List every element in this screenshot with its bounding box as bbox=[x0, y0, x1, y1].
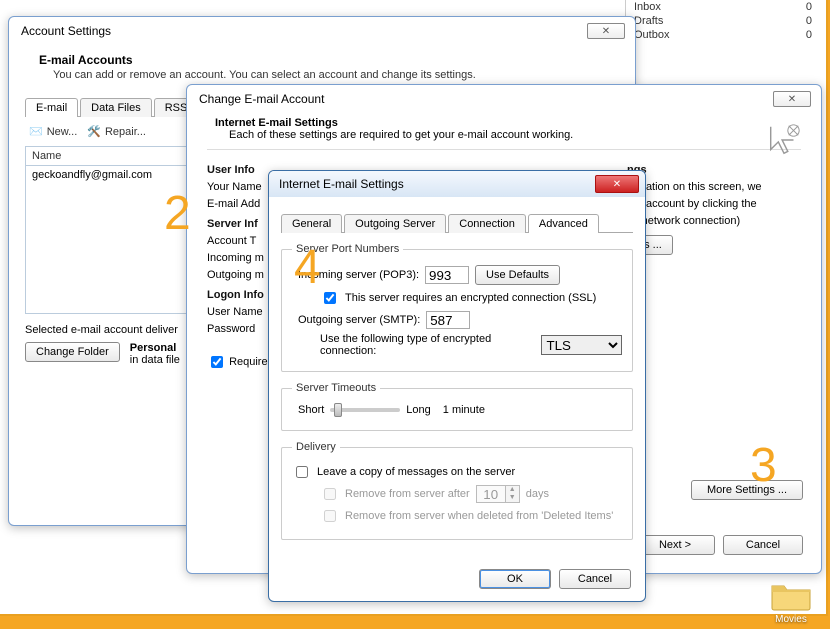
cancel-button[interactable]: Cancel bbox=[559, 569, 631, 589]
folder-row-drafts[interactable]: Drafts 0 bbox=[626, 14, 820, 28]
heading: Internet E-mail Settings bbox=[215, 117, 801, 129]
folder-list: Inbox 0 Drafts 0 Outbox 0 bbox=[625, 0, 820, 42]
side2: our account by clicking the bbox=[627, 198, 801, 210]
folder-count: 0 bbox=[806, 29, 812, 41]
close-icon[interactable]: ✕ bbox=[595, 175, 639, 193]
remove-after-label: Remove from server after bbox=[345, 488, 470, 500]
ssl-label: This server requires an encrypted connec… bbox=[345, 292, 596, 304]
folder-row-outbox[interactable]: Outbox 0 bbox=[626, 28, 820, 42]
side3: es network connection) bbox=[627, 215, 801, 227]
close-icon[interactable]: ✕ bbox=[587, 23, 625, 39]
email-accounts-heading: E-mail Accounts bbox=[25, 47, 619, 69]
leave-copy-label: Leave a copy of messages on the server bbox=[317, 466, 515, 478]
require-label: Require bbox=[229, 355, 268, 367]
data-file-label: in data file bbox=[130, 354, 180, 366]
folder-label: Drafts bbox=[634, 15, 663, 27]
ok-button[interactable]: OK bbox=[479, 569, 551, 589]
change-folder-button[interactable]: Change Folder bbox=[25, 342, 120, 362]
days-label: days bbox=[526, 488, 549, 500]
folder-count: 0 bbox=[806, 15, 812, 27]
remove-deleted-checkbox bbox=[324, 510, 336, 522]
cursor-icon bbox=[765, 121, 803, 159]
repair-label: Repair... bbox=[105, 126, 146, 138]
internet-email-settings-dialog: Internet E-mail Settings ✕ General Outgo… bbox=[268, 170, 646, 602]
subheading: Each of these settings are required to g… bbox=[229, 129, 801, 141]
delivery-group: Delivery Leave a copy of messages on the… bbox=[281, 441, 633, 540]
annotation-3: 3 bbox=[750, 438, 777, 493]
personal-label: Personal bbox=[130, 342, 180, 354]
window-title: Account Settings bbox=[21, 24, 111, 38]
close-icon[interactable]: ✕ bbox=[773, 91, 811, 107]
encryption-select[interactable]: TLS bbox=[541, 335, 622, 355]
timeout-value: 1 minute bbox=[443, 404, 485, 416]
test-settings-heading: ngs bbox=[627, 164, 801, 176]
remove-deleted-label: Remove from server when deleted from 'De… bbox=[345, 510, 613, 522]
timeouts-group: Server Timeouts Short Long 1 minute bbox=[281, 382, 633, 431]
folder-label: Inbox bbox=[634, 1, 661, 13]
tab-general[interactable]: General bbox=[281, 214, 342, 233]
tab-connection[interactable]: Connection bbox=[448, 214, 526, 233]
days-input bbox=[476, 485, 506, 503]
mail-icon: ✉️ bbox=[29, 125, 43, 138]
dialog-title: Internet E-mail Settings bbox=[279, 177, 404, 191]
outgoing-port-label: Outgoing server (SMTP): bbox=[298, 314, 420, 326]
window-title: Change E-mail Account bbox=[199, 92, 324, 106]
tab-outgoing-server[interactable]: Outgoing Server bbox=[344, 214, 446, 233]
timeout-slider[interactable] bbox=[330, 408, 400, 412]
remove-after-checkbox bbox=[324, 488, 336, 500]
leave-copy-checkbox[interactable] bbox=[296, 466, 308, 478]
tab-data-files[interactable]: Data Files bbox=[80, 98, 152, 117]
annotation-4: 4 bbox=[294, 240, 321, 295]
encryption-label: Use the following type of encrypted conn… bbox=[320, 333, 535, 357]
folder-row-inbox[interactable]: Inbox 0 bbox=[626, 0, 820, 14]
repair-button[interactable]: 🛠️ Repair... bbox=[87, 125, 146, 138]
outgoing-port-input[interactable] bbox=[426, 311, 470, 329]
timeouts-legend: Server Timeouts bbox=[292, 382, 380, 394]
tab-advanced[interactable]: Advanced bbox=[528, 214, 599, 233]
tools-icon: 🛠️ bbox=[87, 125, 101, 138]
long-label: Long bbox=[406, 404, 430, 416]
days-spinner: ▲▼ bbox=[476, 485, 520, 503]
new-button[interactable]: ✉️ New... bbox=[29, 125, 77, 138]
desktop-folder-label: Movies bbox=[770, 614, 812, 625]
folder-label: Outbox bbox=[634, 29, 669, 41]
annotation-2: 2 bbox=[164, 186, 191, 241]
tab-email[interactable]: E-mail bbox=[25, 98, 78, 117]
delivery-legend: Delivery bbox=[292, 441, 340, 453]
port-numbers-group: Server Port Numbers Incoming server (POP… bbox=[281, 243, 633, 372]
use-defaults-button[interactable]: Use Defaults bbox=[475, 265, 560, 285]
next-button[interactable]: Next > bbox=[635, 535, 715, 555]
folder-count: 0 bbox=[806, 1, 812, 13]
side1: ormation on this screen, we bbox=[627, 181, 801, 193]
incoming-port-input[interactable] bbox=[425, 266, 469, 284]
dialog-tabs: General Outgoing Server Connection Advan… bbox=[281, 213, 633, 233]
desktop-folder-movies[interactable]: Movies bbox=[770, 580, 812, 625]
require-checkbox[interactable] bbox=[211, 356, 223, 368]
cancel-button[interactable]: Cancel bbox=[723, 535, 803, 555]
folder-icon bbox=[770, 580, 812, 612]
new-label: New... bbox=[47, 126, 78, 138]
ssl-checkbox[interactable] bbox=[324, 292, 336, 304]
short-label: Short bbox=[298, 404, 324, 416]
more-settings-button[interactable]: More Settings ... bbox=[691, 480, 803, 500]
